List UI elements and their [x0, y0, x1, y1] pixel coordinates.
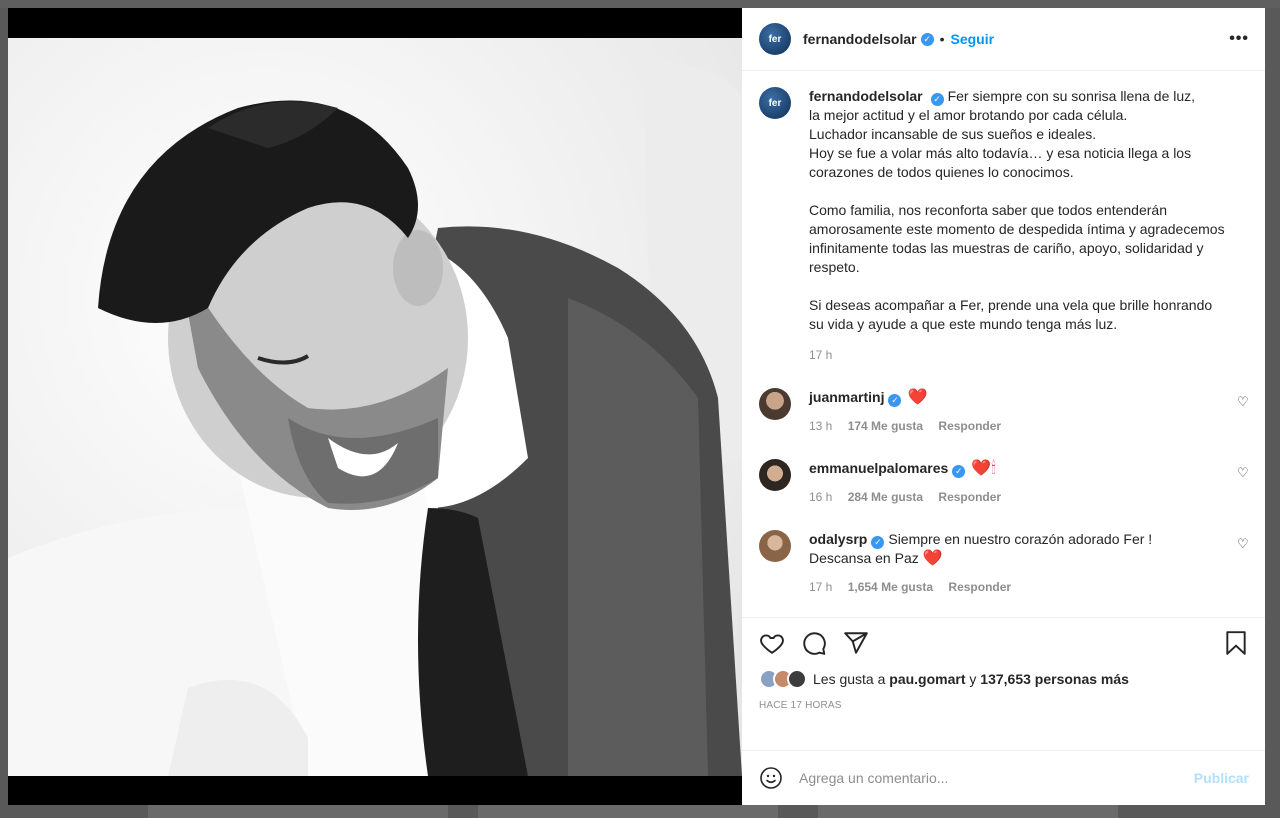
comment-emoji: ❤️🕯: [971, 460, 996, 477]
comment-username[interactable]: juanmartinj: [809, 389, 884, 405]
author-avatar[interactable]: fer: [759, 23, 791, 55]
author-username[interactable]: fernandodelsolar: [803, 31, 917, 47]
liker-username[interactable]: pau.gomart: [889, 671, 965, 687]
reply-button[interactable]: Responder: [948, 580, 1011, 594]
caption-line: Hoy se fue a volar más alto todavía… y e…: [809, 145, 1192, 180]
emoji-icon[interactable]: [759, 766, 783, 790]
comment-username[interactable]: emmanuelpalomares: [809, 460, 948, 476]
heart-icon[interactable]: [759, 630, 785, 656]
comments-section[interactable]: fer fernandodelsolar ✓ Fer siempre con su …: [742, 71, 1265, 617]
comment-input[interactable]: [799, 770, 1194, 786]
follow-button[interactable]: Seguir: [951, 31, 995, 47]
caption-username[interactable]: fernandodelsolar: [809, 88, 923, 104]
publish-button[interactable]: Publicar: [1194, 770, 1249, 786]
reply-button[interactable]: Responder: [938, 490, 1001, 504]
post-timestamp[interactable]: HACE 17 HORAS: [759, 700, 1249, 711]
comment-item: odalysrp ✓ Siempre en nuestro corazón ador…: [759, 530, 1249, 594]
verified-icon: ✓: [888, 394, 902, 407]
post-header: fer fernandodelsolar ✓ • Seguir •••: [742, 8, 1265, 71]
liker-avatar: [787, 669, 807, 689]
caption-text: fernandodelsolar ✓ Fer siempre con su sonr…: [809, 87, 1229, 334]
comment-meta: 16 h 284 Me gusta Responder: [809, 490, 1209, 504]
background-nav: [0, 0, 1280, 8]
verified-icon: ✓: [952, 465, 966, 478]
commenter-avatar[interactable]: [759, 459, 791, 491]
caption-line: Si deseas acompañar a Fer, prende una ve…: [809, 297, 1213, 332]
background-tile: [818, 804, 1118, 818]
liker-avatars: [759, 669, 807, 689]
comment-like-heart-icon[interactable]: ♡: [1237, 537, 1249, 550]
comment-likes[interactable]: 1,654 Me gusta: [848, 580, 933, 594]
verified-icon: ✓: [930, 93, 944, 106]
comment-meta: 17 h 1,654 Me gusta Responder: [809, 580, 1209, 594]
comment-emoji: ❤️: [907, 389, 928, 406]
caption-line: Fer siempre con su sonrisa llena de luz,: [947, 88, 1196, 104]
commenter-avatar[interactable]: [759, 388, 791, 420]
comment-emoji: ❤️: [922, 550, 943, 567]
comment-time[interactable]: 17 h: [809, 580, 832, 594]
comment-username[interactable]: odalysrp: [809, 531, 867, 547]
separator-dot: •: [939, 31, 945, 47]
comment-body: juanmartinj ✓ ❤️: [809, 388, 1209, 407]
likes-summary: Les gusta a pau.gomart y 137,653 persona…: [759, 669, 1249, 689]
comment-like-heart-icon[interactable]: ♡: [1237, 466, 1249, 479]
author-avatar-text: fer: [768, 33, 782, 45]
comment-like-heart-icon[interactable]: ♡: [1237, 395, 1249, 408]
post-side-panel: fer fernandodelsolar ✓ • Seguir ••• fer …: [742, 8, 1265, 805]
caption-line: Como familia, nos reconforta saber que t…: [809, 202, 1225, 275]
likes-prefix: Les gusta a: [813, 671, 886, 687]
add-comment-bar: Publicar: [742, 750, 1265, 805]
comment-time[interactable]: 16 h: [809, 490, 832, 504]
comment-icon[interactable]: [801, 630, 827, 656]
comment-meta: 13 h 174 Me gusta Responder: [809, 419, 1209, 433]
background-tile: [478, 804, 778, 818]
more-icon[interactable]: •••: [1229, 30, 1249, 48]
verified-icon: ✓: [871, 536, 885, 549]
post-photo[interactable]: [8, 38, 742, 776]
verified-icon: ✓: [920, 32, 934, 46]
bookmark-icon[interactable]: [1223, 630, 1249, 656]
caption-line: la mejor actitud y el amor brotando por …: [809, 107, 1128, 123]
post-media: [8, 8, 742, 805]
caption-time[interactable]: 17 h: [809, 348, 832, 362]
post-modal: fer fernandodelsolar ✓ • Seguir ••• fer …: [8, 8, 1265, 805]
actions-bar: Les gusta a pau.gomart y 137,653 persona…: [742, 617, 1265, 750]
likes-others[interactable]: 137,653 personas más: [980, 671, 1129, 687]
comment-likes[interactable]: 174 Me gusta: [848, 419, 923, 433]
share-icon[interactable]: [843, 630, 869, 656]
caption-meta: 17 h: [809, 348, 1229, 362]
caption-avatar-text: fer: [768, 97, 782, 109]
comment-body: odalysrp ✓ Siempre en nuestro corazón ador…: [809, 530, 1209, 568]
comment-body: emmanuelpalomares ✓ ❤️🕯: [809, 459, 1209, 478]
commenter-avatar[interactable]: [759, 530, 791, 562]
caption: fer fernandodelsolar ✓ Fer siempre con su …: [759, 87, 1249, 362]
comment-item: juanmartinj ✓ ❤️ 13 h 174 Me gusta Respond…: [759, 388, 1249, 433]
comment-time[interactable]: 13 h: [809, 419, 832, 433]
background-tile: [148, 804, 448, 818]
comment-item: emmanuelpalomares ✓ ❤️🕯 16 h 284 Me gusta …: [759, 459, 1249, 504]
likes-joiner: y: [969, 671, 977, 687]
action-icons: [759, 628, 1249, 658]
comment-likes[interactable]: 284 Me gusta: [848, 490, 923, 504]
reply-button[interactable]: Responder: [938, 419, 1001, 433]
caption-avatar[interactable]: fer: [759, 87, 791, 119]
caption-line: Luchador incansable de sus sueños e idea…: [809, 126, 1097, 142]
